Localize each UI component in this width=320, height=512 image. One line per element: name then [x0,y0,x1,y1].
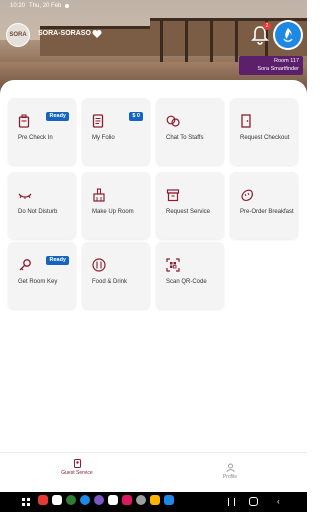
app-icon[interactable] [108,495,118,505]
system-taskbar: ‹ [0,492,307,512]
bread-icon [241,189,253,201]
app-icon[interactable] [136,495,146,505]
tile-label: Chat To Staffs [166,135,204,141]
suitcase-icon [18,114,30,128]
tile-chat-to-staffs[interactable]: Chat To Staffs [156,98,224,165]
app-icon[interactable] [150,495,160,505]
folio-balance-badge: $ 0 [129,112,143,121]
status-time: 10:20 [10,3,26,9]
app-icon[interactable] [94,495,104,505]
nav-guest-service-label: Guest Service [61,470,93,476]
box-icon [166,189,180,202]
chat-icon [166,115,180,127]
tile-pre-check-in[interactable]: Ready Pre Check In [8,98,76,165]
tile-label: Pre-Order Breakfast [240,209,294,215]
app-icon[interactable] [164,495,174,505]
status-bar: 10:20 Thu, 20 Feb [0,0,307,12]
tile-label: Pre Check In [18,135,53,141]
tile-get-room-key[interactable]: Ready Get Room Key [8,242,76,309]
flame-icon [283,28,293,42]
notification-count-badge: 2 [263,22,271,30]
utensils-icon [92,258,106,272]
app-dock [38,495,174,505]
back-button[interactable]: ‹ [277,498,283,506]
tile-request-checkout[interactable]: Request Checkout [230,98,298,165]
favorite-heart-icon[interactable] [92,29,102,39]
tile-label: Do Not Disturb [18,209,58,215]
status-date: Thu, 20 Feb [29,3,62,9]
hotel-name[interactable]: SORA-SORASO [38,30,91,37]
apps-grid-icon[interactable] [22,498,30,506]
tile-pre-order-breakfast[interactable]: Pre-Order Breakfast [230,172,298,239]
guest-service-icon [73,459,81,468]
recent-apps-button[interactable] [228,498,235,506]
ready-badge: Ready [46,112,69,121]
profile-icon [226,463,234,472]
door-exit-icon [241,114,251,128]
tile-label: Make Up Room [92,209,134,215]
tile-food-drink[interactable]: Food & Drink [82,242,150,309]
qr-scan-icon [166,258,180,272]
tile-scan-qr-code[interactable]: Scan QR-Code [156,242,224,309]
app-icon[interactable] [66,495,76,505]
app-icon[interactable] [52,495,62,505]
key-icon [19,259,31,271]
nav-guest-service[interactable]: Guest Service [47,459,107,476]
tile-make-up-room[interactable]: Make Up Room [82,172,150,239]
app-icon[interactable] [80,495,90,505]
room-subtitle: Sora Smartfinder [257,65,299,72]
app-icon[interactable] [38,495,48,505]
tile-label: Food & Drink [92,279,128,285]
nav-profile[interactable]: Profile [200,463,260,480]
tile-label: Scan QR-Code [166,279,207,285]
tile-label: My Folio [92,135,115,141]
broom-icon [93,188,105,202]
home-button[interactable] [249,497,258,506]
bottom-nav: Guest Service Profile [0,452,307,492]
tile-label: Request Checkout [240,135,290,141]
ready-badge: Ready [46,256,69,265]
tile-my-folio[interactable]: $ 0 My Folio [82,98,150,165]
tile-do-not-disturb[interactable]: Do Not Disturb [8,172,76,239]
room-number: Room 117 [274,58,299,64]
tile-request-service[interactable]: Request Service [156,172,224,239]
notification-dot-icon [65,4,70,8]
nav-profile-label: Profile [222,474,238,480]
receipt-icon [92,114,104,128]
room-tag: Room 117 Sora Smartfinder [239,56,303,75]
brand-logo[interactable] [273,20,303,50]
closed-eye-icon [18,193,32,199]
tile-label: Request Service [166,209,211,215]
app-icon[interactable] [122,495,132,505]
tile-label: Get Room Key [18,279,58,285]
hotel-logo[interactable]: SORA [6,23,30,47]
